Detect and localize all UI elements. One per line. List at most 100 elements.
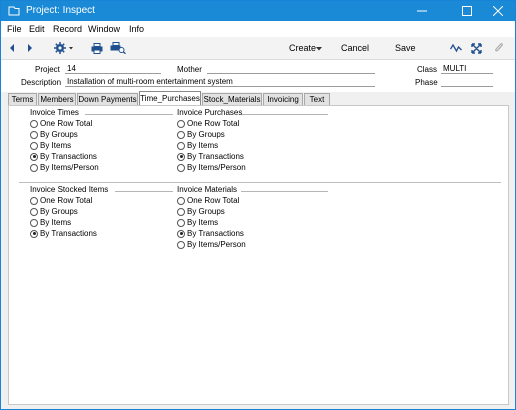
radio-label: By Transactions (187, 152, 244, 161)
maximize-button[interactable] (452, 1, 482, 21)
tab-members[interactable]: Members (38, 93, 76, 105)
create-button[interactable]: Create (289, 43, 316, 53)
radio-circle (177, 207, 185, 216)
minimize-button[interactable] (407, 1, 437, 21)
title-bar: Project: Inspect (1, 1, 515, 21)
group-divider (241, 191, 328, 192)
fullscreen-button[interactable] (471, 41, 482, 55)
radio-invoice-times-items-person[interactable]: By Items/Person (30, 162, 99, 173)
tab-time-purchases[interactable]: Time_Purchases (139, 91, 201, 106)
arrow-right-icon (28, 44, 32, 52)
invoice-stocked-items-title: Invoice Stocked Items (30, 185, 109, 194)
class-field[interactable]: MULTI (441, 63, 493, 74)
radio-circle (177, 196, 185, 205)
radio-label: By Items (187, 141, 219, 150)
radio-materials-items[interactable]: By Items (177, 217, 218, 228)
radio-stocked-items-items[interactable]: By Items (30, 217, 71, 228)
radio-label: By Transactions (40, 229, 97, 238)
tab-stock-materials[interactable]: Stock_Materials (202, 93, 262, 105)
radio-materials-one-row[interactable]: One Row Total (177, 195, 239, 206)
save-button[interactable]: Save (395, 43, 416, 53)
menu-record[interactable]: Record (53, 24, 82, 34)
radio-circle (30, 207, 38, 216)
activity-button[interactable] (450, 41, 462, 55)
section-separator (19, 182, 501, 183)
radio-invoice-purchases-transactions[interactable]: By Transactions (177, 151, 244, 162)
app-icon (8, 6, 20, 16)
radio-circle-selected (177, 152, 185, 161)
radio-stocked-items-one-row[interactable]: One Row Total (30, 195, 92, 206)
operations-menu-button[interactable] (54, 41, 74, 55)
radio-invoice-purchases-groups[interactable]: By Groups (177, 129, 225, 140)
radio-invoice-purchases-items-person[interactable]: By Items/Person (177, 162, 246, 173)
radio-label: By Items (40, 141, 72, 150)
phase-field[interactable] (441, 76, 493, 87)
radio-invoice-purchases-one-row[interactable]: One Row Total (177, 118, 239, 129)
gear-icon (54, 42, 73, 54)
radio-stocked-items-groups[interactable]: By Groups (30, 206, 78, 217)
invoice-materials-title: Invoice Materials (177, 185, 238, 194)
window-title: Project: Inspect (26, 5, 95, 16)
radio-label: By Groups (187, 130, 225, 139)
previous-record-button[interactable] (8, 41, 16, 55)
arrow-left-icon (10, 44, 14, 52)
menu-info[interactable]: Info (129, 24, 144, 34)
radio-invoice-purchases-items[interactable]: By Items (177, 140, 218, 151)
next-record-button[interactable] (26, 41, 34, 55)
radio-circle-selected (177, 229, 185, 238)
radio-label: One Row Total (187, 119, 240, 128)
chevron-down-icon[interactable] (316, 47, 322, 51)
print-preview-icon (110, 42, 126, 54)
project-label: Project (35, 65, 60, 74)
printer-icon (91, 42, 103, 54)
print-preview-button[interactable] (110, 41, 126, 55)
attachment-button[interactable] (494, 41, 504, 55)
menu-edit[interactable]: Edit (29, 24, 45, 34)
radio-materials-transactions[interactable]: By Transactions (177, 228, 244, 239)
radio-label: By Groups (40, 207, 78, 216)
radio-invoice-times-groups[interactable]: By Groups (30, 129, 78, 140)
group-divider (85, 114, 173, 115)
mother-label: Mother (177, 65, 202, 74)
menu-window[interactable]: Window (88, 24, 120, 34)
class-label: Class (417, 65, 438, 74)
description-field[interactable]: Installation of multi-room entertainment… (65, 76, 375, 87)
radio-circle (177, 141, 185, 150)
radio-label: One Row Total (40, 119, 93, 128)
expand-icon (471, 42, 482, 54)
close-button[interactable] (483, 1, 513, 21)
record-header: Project 14 Mother Class MULTI Descriptio… (1, 60, 515, 92)
project-field[interactable]: 14 (65, 63, 161, 74)
radio-circle (30, 119, 38, 128)
menu-file[interactable]: File (7, 24, 22, 34)
maximize-icon (462, 6, 472, 16)
radio-circle (177, 119, 185, 128)
tab-panel: Invoice Times One Row Total By Groups By… (8, 105, 509, 405)
description-label: Description (21, 78, 62, 87)
tab-terms[interactable]: Terms (8, 93, 37, 105)
radio-invoice-times-one-row[interactable]: One Row Total (30, 118, 92, 129)
tab-down-payments[interactable]: Down Payments (77, 93, 138, 105)
radio-circle (30, 163, 38, 172)
radio-invoice-times-transactions[interactable]: By Transactions (30, 151, 97, 162)
radio-circle-selected (30, 229, 38, 238)
radio-invoice-times-items[interactable]: By Items (30, 140, 71, 151)
radio-materials-groups[interactable]: By Groups (177, 206, 225, 217)
radio-circle-selected (30, 152, 38, 161)
radio-label: By Items (187, 218, 219, 227)
tab-invoicing[interactable]: Invoicing (263, 93, 303, 105)
tab-text[interactable]: Text (304, 93, 330, 105)
radio-circle (177, 240, 185, 249)
radio-stocked-items-transactions[interactable]: By Transactions (30, 228, 97, 239)
radio-materials-items-person[interactable]: By Items/Person (177, 239, 246, 250)
radio-label: By Items (40, 218, 72, 227)
print-button[interactable] (91, 41, 103, 55)
radio-label: By Transactions (187, 229, 244, 238)
group-divider (242, 114, 328, 115)
activity-icon (450, 43, 462, 53)
mother-field[interactable] (207, 63, 375, 74)
radio-label: One Row Total (40, 196, 93, 205)
radio-label: By Items/Person (40, 163, 99, 172)
cancel-button[interactable]: Cancel (341, 43, 369, 53)
radio-circle (30, 218, 38, 227)
